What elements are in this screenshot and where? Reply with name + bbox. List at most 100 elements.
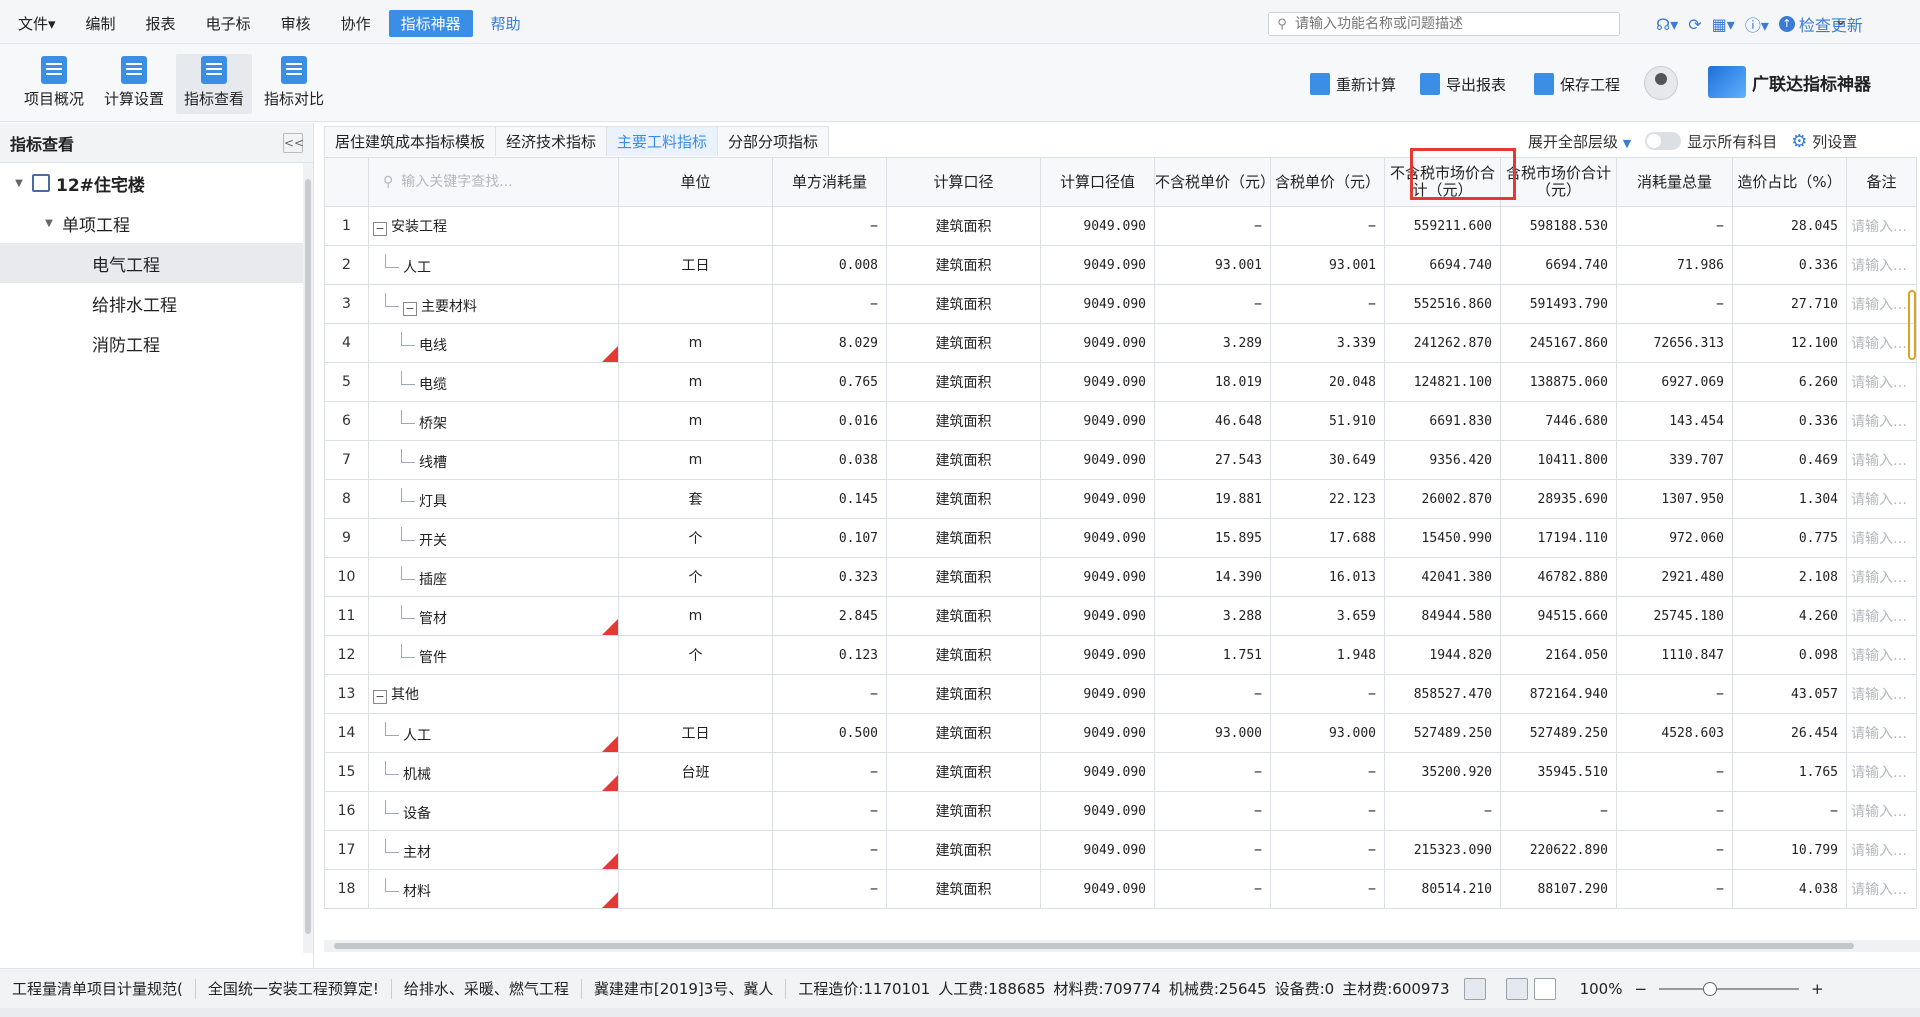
cost-share-cell[interactable]: 1.765 (1732, 752, 1847, 792)
price-inc-tax-cell[interactable]: − (1270, 791, 1385, 831)
table-row[interactable]: 10 插座 个 0.323 建筑面积 9049.090 14.390 16.013 42041.… (324, 557, 1917, 597)
price-ex-tax-cell[interactable]: − (1154, 752, 1271, 792)
price-ex-tax-cell[interactable]: − (1154, 830, 1271, 870)
table-row[interactable]: 12 管件 个 0.123 建筑面积 9049.090 1.751 1.948 1944.820… (324, 635, 1917, 675)
calc-basis-cell[interactable]: 建筑面积 (886, 752, 1041, 792)
calc-basis-cell[interactable]: 建筑面积 (886, 440, 1041, 480)
single-view-icon[interactable] (1505, 977, 1528, 1000)
recalculate-button[interactable]: 重新计算 (1310, 70, 1396, 98)
calc-basis-cell[interactable]: 建筑面积 (886, 323, 1041, 363)
project-overview-button[interactable]: 项目概况 (16, 54, 92, 114)
table-row[interactable]: 8 灯具 套 0.145 建筑面积 9049.090 19.881 22.123 26002.8… (324, 479, 1917, 519)
price-inc-tax-cell[interactable]: 16.013 (1270, 557, 1385, 597)
status-standard[interactable]: 工程量清单项目计量规范( (0, 978, 196, 999)
menu-edit[interactable]: 编制 (74, 10, 128, 37)
table-row[interactable]: 11 管材 m 2.845 建筑面积 9049.090 3.288 3.659 84944.58… (324, 596, 1917, 636)
unit-consumption-cell[interactable]: 0.016 (772, 401, 887, 441)
calc-basis-cell[interactable]: 建筑面积 (886, 557, 1041, 597)
menu-file[interactable]: 文件▾ (6, 10, 68, 37)
total-consumption-cell[interactable]: − (1616, 206, 1733, 246)
total-ex-tax-cell[interactable]: 215323.090 (1384, 830, 1501, 870)
calc-basis-cell[interactable]: 建筑面积 (886, 596, 1041, 636)
cost-share-cell[interactable]: 0.336 (1732, 401, 1847, 441)
unit-cell[interactable]: 台班 (618, 752, 773, 792)
show-all-toggle[interactable] (1645, 132, 1682, 150)
remark-input[interactable]: 请输入… (1846, 323, 1917, 363)
item-name-cell[interactable]: − 其他 (368, 674, 619, 714)
table-row[interactable]: 17 主材 − 建筑面积 9049.090− −215323.090 220622.890−… (324, 830, 1917, 870)
total-ex-tax-cell[interactable]: 80514.210 (1384, 869, 1501, 909)
total-inc-tax-cell[interactable]: 2164.050 (1500, 635, 1617, 675)
remark-input[interactable]: 请输入… (1846, 869, 1917, 909)
cost-share-cell[interactable]: 0.469 (1732, 440, 1847, 480)
unit-cell[interactable] (618, 791, 773, 831)
price-ex-tax-cell[interactable]: 93.000 (1154, 713, 1271, 753)
total-ex-tax-cell[interactable]: 124821.100 (1384, 362, 1501, 402)
price-inc-tax-cell[interactable]: − (1270, 206, 1385, 246)
cost-share-cell[interactable]: 12.100 (1732, 323, 1847, 363)
price-ex-tax-cell[interactable]: 93.001 (1154, 245, 1271, 285)
total-ex-tax-cell[interactable]: 9356.420 (1384, 440, 1501, 480)
collapse-toggle-icon[interactable]: − (373, 690, 387, 704)
tree-scrollbar[interactable] (303, 163, 313, 953)
tab-residential-template[interactable]: 居住建筑成本指标模板 (324, 126, 497, 156)
index-compare-button[interactable]: 指标对比 (256, 54, 332, 114)
caret-down-icon[interactable]: ▼ (12, 178, 26, 189)
chevron-down-icon[interactable]: ⌄ (1834, 10, 1847, 29)
total-ex-tax-cell[interactable]: − (1384, 791, 1501, 831)
scroll-thumb[interactable] (334, 943, 1854, 949)
remark-input[interactable]: 请输入… (1846, 518, 1917, 558)
cost-share-cell[interactable]: 4.260 (1732, 596, 1847, 636)
item-name-cell[interactable]: 插座 (368, 557, 619, 597)
calc-basis-cell[interactable]: 建筑面积 (886, 713, 1041, 753)
avatar[interactable] (1644, 66, 1678, 100)
total-consumption-cell[interactable]: 972.060 (1616, 518, 1733, 558)
header-total-consumption[interactable]: 消耗量总量 (1616, 157, 1733, 207)
total-inc-tax-cell[interactable]: 245167.860 (1500, 323, 1617, 363)
item-name-cell[interactable]: 灯具 (368, 479, 619, 519)
unit-consumption-cell[interactable]: 0.500 (772, 713, 887, 753)
unit-consumption-cell[interactable]: − (772, 830, 887, 870)
price-inc-tax-cell[interactable]: 51.910 (1270, 401, 1385, 441)
total-consumption-cell[interactable]: 1307.950 (1616, 479, 1733, 519)
total-consumption-cell[interactable]: 1110.847 (1616, 635, 1733, 675)
unit-consumption-cell[interactable]: − (772, 869, 887, 909)
total-inc-tax-cell[interactable]: 6694.740 (1500, 245, 1617, 285)
keyword-search[interactable]: ⚲ 输入关键字查找... (370, 174, 618, 191)
remark-input[interactable]: 请输入… (1846, 635, 1917, 675)
cost-share-cell[interactable]: 27.710 (1732, 284, 1847, 324)
table-row[interactable]: 9 开关 个 0.107 建筑面积 9049.090 15.895 17.688 15450.9… (324, 518, 1917, 558)
header-calc-basis[interactable]: 计算口径 (886, 157, 1041, 207)
price-ex-tax-cell[interactable]: − (1154, 206, 1271, 246)
total-consumption-cell[interactable]: − (1616, 284, 1733, 324)
apps-grid-icon[interactable]: ▦▾ (1712, 15, 1735, 34)
unit-consumption-cell[interactable]: 0.323 (772, 557, 887, 597)
unit-cell[interactable]: 个 (618, 557, 773, 597)
remark-input[interactable]: 请输入… (1846, 752, 1917, 792)
price-inc-tax-cell[interactable]: 3.339 (1270, 323, 1385, 363)
remark-input[interactable]: 请输入… (1846, 479, 1917, 519)
headset-icon[interactable]: ☊▾ (1656, 15, 1678, 34)
cost-share-cell[interactable]: 0.336 (1732, 245, 1847, 285)
zoom-slider[interactable] (1659, 981, 1800, 996)
table-row[interactable]: 18 材料 − 建筑面积 9049.090− −80514.210 88107.290−4.… (324, 869, 1917, 909)
price-inc-tax-cell[interactable]: 22.123 (1270, 479, 1385, 519)
total-inc-tax-cell[interactable]: 872164.940 (1500, 674, 1617, 714)
price-inc-tax-cell[interactable]: 30.649 (1270, 440, 1385, 480)
basis-value-cell[interactable]: 9049.090 (1040, 635, 1155, 675)
total-ex-tax-cell[interactable]: 42041.380 (1384, 557, 1501, 597)
basis-value-cell[interactable]: 9049.090 (1040, 362, 1155, 402)
layout-view-icon[interactable] (1463, 977, 1486, 1000)
table-row[interactable]: 2 人工 工日 0.008 建筑面积 9049.090 93.001 93.001 6694.7… (324, 245, 1917, 285)
table-row[interactable]: 6 桥架 m 0.016 建筑面积 9049.090 46.648 51.910 6691.83… (324, 401, 1917, 441)
menu-help[interactable]: 帮助 (479, 10, 533, 37)
expand-levels-dropdown[interactable]: 展开全部层级 ▼ (1528, 131, 1631, 152)
total-inc-tax-cell[interactable]: 46782.880 (1500, 557, 1617, 597)
total-inc-tax-cell[interactable]: 10411.800 (1500, 440, 1617, 480)
item-name-cell[interactable]: 人工 (368, 713, 619, 753)
item-name-cell[interactable]: 线槽 (368, 440, 619, 480)
calc-settings-button[interactable]: 计算设置 (96, 54, 172, 114)
calc-basis-cell[interactable]: 建筑面积 (886, 791, 1041, 831)
calc-basis-cell[interactable]: 建筑面积 (886, 284, 1041, 324)
cost-share-cell[interactable]: 26.454 (1732, 713, 1847, 753)
